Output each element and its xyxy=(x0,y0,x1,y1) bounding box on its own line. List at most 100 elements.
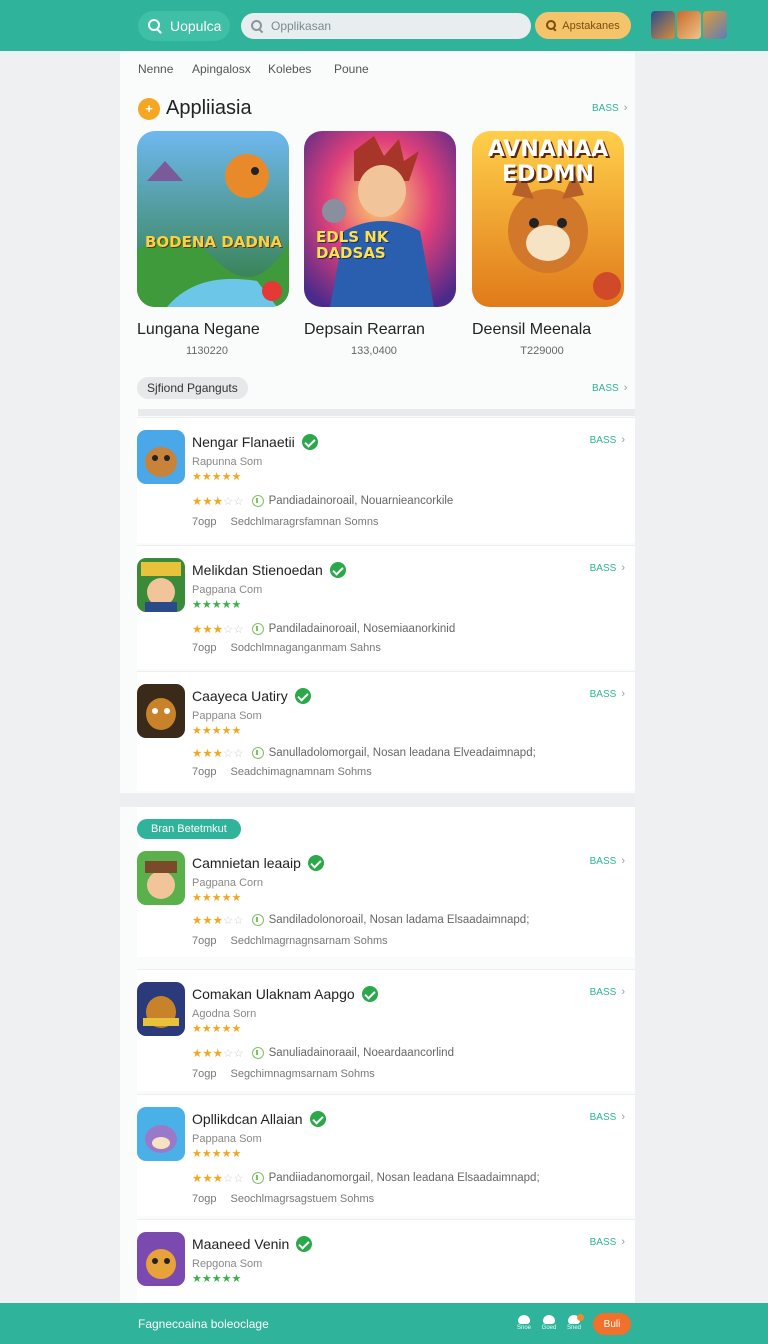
game-artwork[interactable]: EDLS NK DADSAS xyxy=(304,131,456,307)
app-list-item[interactable]: Caayeca Uatiry Pappana Som ★★★★★ ★★★☆☆ Sa… xyxy=(137,671,635,791)
rating-stars: ★★★☆☆ xyxy=(192,748,244,760)
app-description: Sandiladolonoroail, Nosan ladama Elsaada… xyxy=(268,914,530,926)
app-list-item[interactable]: Comakan Ulaknam Aapgo Agodna Sorn ★★★★★ … xyxy=(137,969,635,1091)
app-title-text: Melikdan Stienoedan xyxy=(192,562,323,578)
app-footer: 7ogp Sodchlmnaganganmam Sahns xyxy=(192,642,381,654)
see-more-link[interactable]: BASS › xyxy=(590,855,625,867)
search-input[interactable] xyxy=(271,19,511,33)
main-panel: Nenne Apingalosx Kolebes Poune + Appliia… xyxy=(120,51,635,1303)
app-age: 7ogp xyxy=(192,516,217,528)
featured-card[interactable]: AVNANAA EDDMN Deensil Meenala T229000 xyxy=(472,131,624,357)
nav-item[interactable]: Kolebes xyxy=(268,62,334,76)
app-footer-text: Seochlmagrsagstuem Sohms xyxy=(230,1193,375,1205)
app-list-item[interactable]: Melikdan Stienoedan Pagpana Com ★★★★★ ★★… xyxy=(137,545,635,669)
app-icon[interactable] xyxy=(137,982,185,1036)
app-meta: ★★★☆☆ Pandiadainoroail, Nouarnieancorkile xyxy=(192,494,453,508)
home-icon[interactable]: Snoe xyxy=(515,1315,533,1333)
see-more-link[interactable]: BASS › xyxy=(592,102,627,114)
app-name: Lungana Negane xyxy=(137,321,260,338)
info-icon xyxy=(251,747,264,759)
app-icon[interactable] xyxy=(137,851,185,905)
star-rating: ★★★★★ xyxy=(192,1273,242,1285)
rating-stars: ★★★☆☆ xyxy=(192,915,244,927)
app-title[interactable]: Caayeca Uatiry xyxy=(192,688,311,704)
app-list-item[interactable]: Maaneed Venin Repgona Som ★★★★★ BASS › xyxy=(137,1219,635,1303)
app-age: 7ogp xyxy=(192,1068,217,1080)
top-bar: Uopulca Apstakanes xyxy=(0,0,768,51)
section-badge[interactable]: Bran Betetmkut xyxy=(137,819,241,839)
see-more-label: BASS xyxy=(589,1112,617,1123)
app-age: 7ogp xyxy=(192,766,217,778)
see-more-link[interactable]: BASS › xyxy=(590,1111,625,1123)
app-icon[interactable] xyxy=(137,1107,185,1161)
info-icon xyxy=(251,914,264,926)
featured-card[interactable]: BODENA DADNA Lungana Negane 1130220 xyxy=(137,131,289,357)
nav-item[interactable]: Poune xyxy=(334,62,384,76)
developer-name: Pagpana Corn xyxy=(192,877,263,889)
nav-icon-label: Goed xyxy=(541,1325,557,1331)
buy-button[interactable]: Buli xyxy=(593,1313,631,1335)
section-pill[interactable]: Sjfiond Pganguts xyxy=(137,377,248,399)
see-more-link[interactable]: BASS › xyxy=(590,434,625,446)
user-avatars[interactable] xyxy=(649,9,729,41)
verified-icon xyxy=(309,1111,326,1127)
app-age: 7ogp xyxy=(192,935,217,947)
verified-icon xyxy=(294,688,311,704)
verified-icon xyxy=(301,434,318,450)
search-bar[interactable] xyxy=(241,13,531,39)
avatar[interactable] xyxy=(701,9,729,41)
avatar[interactable] xyxy=(675,9,703,41)
verified-icon xyxy=(329,562,346,578)
chevron-right-icon: › xyxy=(621,1111,625,1123)
info-icon xyxy=(251,1047,264,1059)
see-more-link[interactable]: BASS › xyxy=(590,1236,625,1248)
game-artwork[interactable]: BODENA DADNA xyxy=(137,131,289,307)
rating-stars: ★★★☆☆ xyxy=(192,1048,244,1060)
star-rating: ★★★★★ xyxy=(192,892,242,904)
app-footer-text: Seadchimagnamnam Sohms xyxy=(230,766,372,778)
chevron-right-icon: › xyxy=(621,688,625,700)
app-footer: 7ogp Seadchimagnamnam Sohms xyxy=(192,766,372,778)
coin-icon: + xyxy=(138,97,160,120)
nav-item[interactable]: Apingalosx xyxy=(192,62,268,76)
app-title[interactable]: Maaneed Venin xyxy=(192,1236,313,1252)
see-more-link[interactable]: BASS › xyxy=(590,688,625,700)
chevron-right-icon: › xyxy=(621,986,625,998)
game-artwork[interactable]: AVNANAA EDDMN xyxy=(472,131,624,307)
apps-search-button[interactable]: Apstakanes xyxy=(535,12,631,39)
app-icon[interactable] xyxy=(137,558,185,612)
app-icon[interactable] xyxy=(137,1232,185,1286)
app-title-text: Camnietan leaaip xyxy=(192,855,301,871)
see-more-link[interactable]: BASS › xyxy=(590,562,625,574)
app-title[interactable]: Melikdan Stienoedan xyxy=(192,562,346,578)
app-title-text: Opllikdcan Allaian xyxy=(192,1111,303,1127)
brand-button[interactable]: Uopulca xyxy=(138,11,230,41)
see-more-label: BASS xyxy=(589,689,617,700)
star-rating: ★★★★★ xyxy=(192,1148,242,1160)
app-age: 7ogp xyxy=(192,1193,217,1205)
app-list-item[interactable]: Opllikdcan Allaian Pappana Som ★★★★★ ★★★… xyxy=(137,1094,635,1216)
app-icon[interactable] xyxy=(137,430,185,484)
see-more-label: BASS xyxy=(589,435,617,446)
developer-name: Agodna Sorn xyxy=(192,1008,257,1020)
app-title[interactable]: Nengar Flanaetii xyxy=(192,434,318,450)
app-footer: 7ogp Seochlmagrsagstuem Sohms xyxy=(192,1193,374,1205)
app-footer: 7ogp Sedchlmaragrsfamnan Somns xyxy=(192,516,378,528)
avatar[interactable] xyxy=(649,9,677,41)
featured-card[interactable]: EDLS NK DADSAS Depsain Rearran 133,0400 xyxy=(304,131,456,357)
app-icon[interactable] xyxy=(137,684,185,738)
nav-item[interactable]: Nenne xyxy=(138,62,192,76)
see-more-link[interactable]: BASS › xyxy=(592,382,627,394)
rating-stars: ★★★☆☆ xyxy=(192,1173,244,1185)
app-title[interactable]: Camnietan leaaip xyxy=(192,855,324,871)
app-name: Depsain Rearran xyxy=(304,321,425,338)
featured-title: Appliiasia xyxy=(166,97,252,119)
app-list-item[interactable]: Nengar Flanaetii Rapunna Som ★★★★★ ★★★☆☆… xyxy=(137,417,635,543)
app-title[interactable]: Opllikdcan Allaian xyxy=(192,1111,326,1127)
see-more-link[interactable]: BASS › xyxy=(590,986,625,998)
games-icon[interactable]: Goed xyxy=(540,1315,558,1333)
app-footer: 7ogp Sedchlmagrnagnsarnam Sohms xyxy=(192,935,388,947)
app-title[interactable]: Comakan Ulaknam Aapgo xyxy=(192,986,378,1002)
nav-icon-label: Snoe xyxy=(516,1325,531,1331)
developer-name: Pagpana Com xyxy=(192,584,263,596)
